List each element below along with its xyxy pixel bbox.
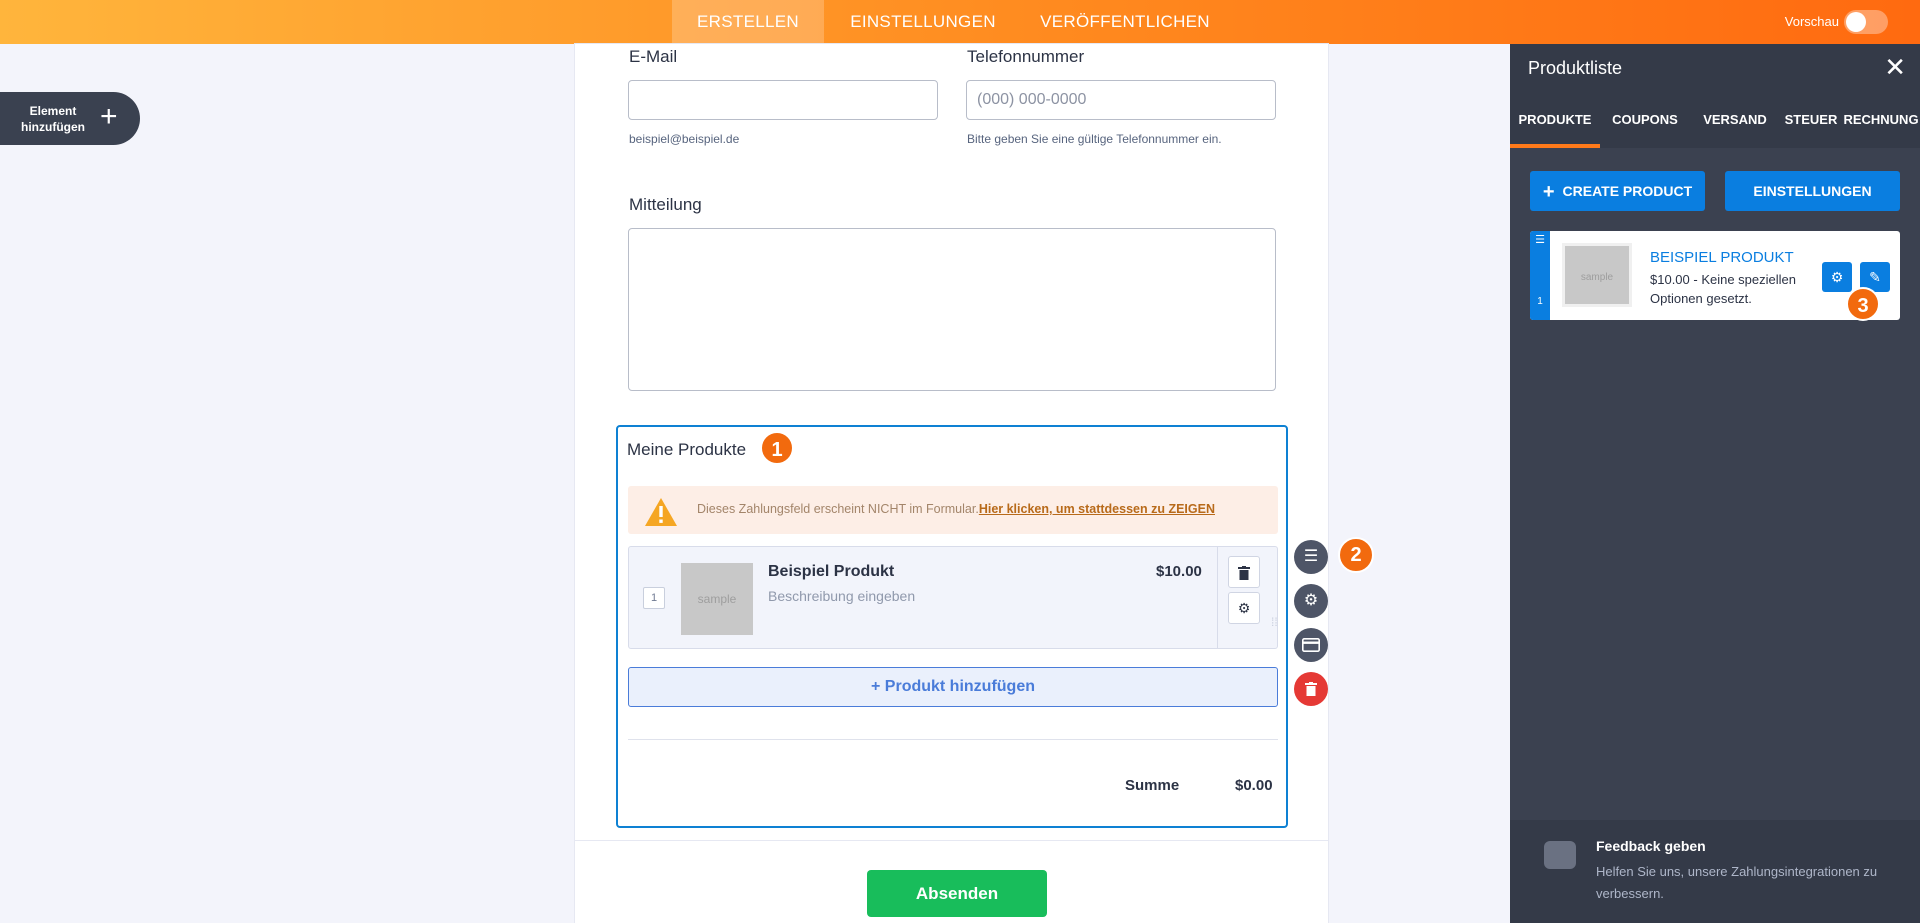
sum-value: $0.00 xyxy=(1235,777,1273,794)
product-price: $10.00 xyxy=(1156,563,1202,580)
email-label: E-Mail xyxy=(629,47,678,66)
email-field[interactable] xyxy=(628,80,938,120)
product-description[interactable]: Beschreibung eingeben xyxy=(768,588,915,604)
delete-product-button[interactable] xyxy=(1228,556,1260,588)
gear-icon: ⚙ xyxy=(1830,269,1844,285)
tab-veroeffentlichen[interactable]: VERÖFFENTLICHEN xyxy=(1022,0,1228,44)
list-icon: ☰ xyxy=(1303,548,1319,565)
tab-versand[interactable]: VERSAND xyxy=(1690,92,1780,148)
drag-handle-icon[interactable]: ⁞⁞ xyxy=(1271,616,1281,638)
step-badge-1: 1 xyxy=(760,431,794,465)
pencil-icon: ✎ xyxy=(1869,269,1881,285)
delete-field-button[interactable] xyxy=(1294,672,1328,706)
card-image: sample xyxy=(1562,243,1632,307)
card-settings-button[interactable]: ⚙ xyxy=(1822,262,1852,292)
email-sublabel: beispiel@beispiel.de xyxy=(629,132,740,146)
feedback-section: Feedback geben Helfen Sie uns, unsere Za… xyxy=(1510,820,1920,923)
tab-erstellen[interactable]: ERSTELLEN xyxy=(672,0,824,44)
trash-icon xyxy=(1305,681,1317,696)
chat-icon xyxy=(1544,841,1576,869)
create-product-button[interactable]: + CREATE PRODUCT xyxy=(1530,171,1705,211)
payment-icon xyxy=(1302,637,1320,652)
warning-icon xyxy=(645,498,677,526)
payment-warning: Dieses Zahlungsfeld erscheint NICHT im F… xyxy=(628,486,1278,534)
card-number: 1 xyxy=(1537,296,1543,307)
phone-label: Telefonnummer xyxy=(967,47,1085,66)
product-number: 1 xyxy=(643,587,665,609)
preview-label: Vorschau xyxy=(1784,14,1839,29)
drag-handle-icon: ☰ xyxy=(1535,234,1545,246)
add-element-button[interactable]: Element hinzufügen + xyxy=(0,92,140,145)
tab-coupons[interactable]: COUPONS xyxy=(1600,92,1690,148)
warning-show-link[interactable]: Hier klicken, um stattdessen zu ZEIGEN xyxy=(979,502,1215,516)
product-list-panel: Produktliste ✕ PRODUKTE COUPONS VERSAND … xyxy=(1510,44,1920,923)
step-badge-2: 2 xyxy=(1338,537,1374,573)
gear-icon: ⚙ xyxy=(1237,600,1251,616)
card-product-name[interactable]: BEISPIEL PRODUKT xyxy=(1650,249,1794,266)
card-product-description: $10.00 - Keine speziellen Optionen geset… xyxy=(1650,272,1796,306)
close-icon[interactable]: ✕ xyxy=(1884,52,1906,83)
panel-tabs: PRODUKTE COUPONS VERSAND STEUER RECHNUNG xyxy=(1510,92,1920,148)
product-field-title: Meine Produkte xyxy=(627,440,747,459)
gear-icon: ⚙ xyxy=(1303,592,1319,609)
preview-toggle[interactable] xyxy=(1844,10,1888,34)
panel-settings-button[interactable]: EINSTELLUNGEN xyxy=(1725,171,1900,211)
tab-produkte[interactable]: PRODUKTE xyxy=(1510,92,1600,148)
product-list-tool-button[interactable]: ☰ xyxy=(1294,540,1328,574)
divider xyxy=(628,739,1278,740)
create-product-label: CREATE PRODUCT xyxy=(1562,183,1693,199)
product-settings-button[interactable]: ⚙ xyxy=(1228,592,1260,624)
phone-field[interactable]: (000) 000-0000 xyxy=(966,80,1276,120)
sum-label: Summe xyxy=(1125,777,1180,794)
tab-steuer[interactable]: STEUER xyxy=(1780,92,1842,148)
field-settings-button[interactable]: ⚙ xyxy=(1294,584,1328,618)
panel-header: Produktliste ✕ xyxy=(1510,44,1920,92)
product-card[interactable]: ☰ 1 sample BEISPIEL PRODUKT $10.00 - Kei… xyxy=(1530,231,1900,320)
feedback-text: Helfen Sie uns, unsere Zahlungsintegrati… xyxy=(1596,864,1878,901)
divider xyxy=(1217,547,1218,648)
warning-text-wrap: Dieses Zahlungsfeld erscheint NICHT im F… xyxy=(697,502,1215,516)
product-list-field[interactable]: Meine Produkte 1 Dieses Zahlungsfeld ers… xyxy=(616,425,1288,828)
card-drag-strip[interactable]: ☰ 1 xyxy=(1530,231,1550,320)
product-name: Beispiel Produkt xyxy=(768,563,895,580)
add-product-button[interactable]: + Produkt hinzufügen xyxy=(628,667,1278,707)
toggle-knob xyxy=(1846,12,1866,32)
trash-icon xyxy=(1238,566,1250,581)
product-row[interactable]: 1 sample Beispiel Produkt Beschreibung e… xyxy=(628,546,1278,649)
warning-text: Dieses Zahlungsfeld erscheint NICHT im F… xyxy=(697,502,979,516)
add-element-label: Element hinzufügen xyxy=(21,104,85,134)
message-label: Mitteilung xyxy=(629,195,702,214)
divider xyxy=(575,840,1328,841)
tab-rechnung[interactable]: RECHNUNG xyxy=(1842,92,1920,148)
panel-title: Produktliste xyxy=(1528,58,1623,78)
feedback-title[interactable]: Feedback geben xyxy=(1596,838,1706,854)
tab-einstellungen[interactable]: EINSTELLUNGEN xyxy=(824,0,1022,44)
product-image: sample xyxy=(681,563,753,635)
plus-icon: + xyxy=(1542,181,1555,203)
payment-settings-button[interactable] xyxy=(1294,628,1328,662)
plus-icon: + xyxy=(100,100,118,133)
step-badge-3: 3 xyxy=(1846,287,1880,321)
top-navigation-bar: ERSTELLEN EINSTELLUNGEN VERÖFFENTLICHEN … xyxy=(0,0,1920,44)
submit-button[interactable]: Absenden xyxy=(867,870,1047,917)
phone-sublabel: Bitte geben Sie eine gültige Telefonnumm… xyxy=(967,132,1222,146)
message-textarea[interactable] xyxy=(628,228,1276,391)
